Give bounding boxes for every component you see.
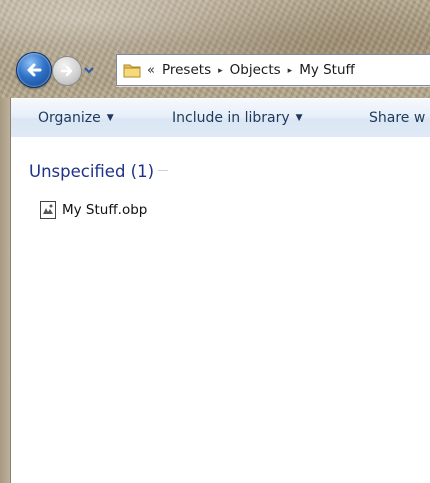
- breadcrumb-item-my-stuff[interactable]: My Stuff: [296, 55, 358, 85]
- breadcrumb-overflow-chevron[interactable]: «: [147, 56, 159, 86]
- window-left-frame: [0, 98, 11, 483]
- share-with-label: Share w: [369, 110, 426, 126]
- dropdown-arrow-icon: ▼: [295, 113, 303, 123]
- organize-button[interactable]: Organize ▼: [38, 99, 114, 137]
- explorer-window: «Presets ▸ Objects ▸ My Stuff Organize ▼ Incl…: [0, 0, 430, 483]
- file-list-area[interactable]: [11, 137, 430, 483]
- group-header-label: Unspecified (1): [29, 162, 155, 181]
- file-name: My Stuff.obp: [62, 202, 148, 218]
- command-bar: Organize ▼ Include in library ▼ Share w: [11, 98, 430, 138]
- organize-label: Organize: [38, 110, 101, 126]
- back-button[interactable]: [16, 52, 52, 88]
- include-in-library-button[interactable]: Include in library ▼: [172, 99, 303, 137]
- include-in-library-label: Include in library: [172, 110, 290, 126]
- share-with-button[interactable]: Share w: [369, 99, 425, 137]
- forward-arrow-icon: [60, 65, 73, 77]
- dropdown-arrow-icon: ▼: [106, 113, 114, 123]
- forward-button[interactable]: [52, 56, 82, 86]
- recent-pages-button[interactable]: [82, 62, 96, 76]
- breadcrumb-separator-icon[interactable]: ▸: [214, 56, 227, 86]
- chevron-down-icon: [84, 67, 94, 74]
- group-header-divider: [158, 170, 169, 171]
- breadcrumb-separator-icon[interactable]: ▸: [284, 56, 297, 86]
- breadcrumb-item-objects[interactable]: Objects: [227, 55, 284, 85]
- breadcrumb-item-presets[interactable]: Presets: [159, 55, 214, 85]
- group-header[interactable]: Unspecified (1): [29, 162, 169, 181]
- obp-file-icon: [40, 201, 56, 219]
- address-bar[interactable]: «Presets ▸ Objects ▸ My Stuff: [116, 54, 430, 86]
- folder-icon: [123, 64, 141, 78]
- back-arrow-icon: [27, 63, 42, 77]
- breadcrumb: «Presets ▸ Objects ▸ My Stuff: [147, 55, 358, 85]
